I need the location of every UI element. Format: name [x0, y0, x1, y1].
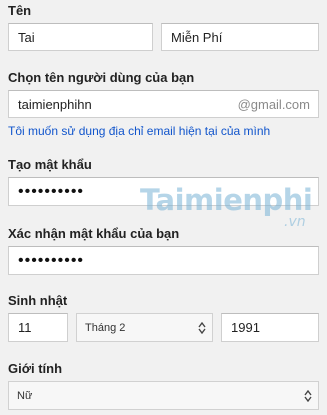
watermark-logo: Taimienphi — [140, 183, 313, 217]
birth-month-select[interactable]: Tháng 2 — [76, 313, 213, 342]
gender-value: Nữ — [17, 389, 33, 402]
watermark-suffix: .vn — [284, 214, 306, 230]
birth-day-input[interactable]: 11 — [8, 313, 68, 342]
first-name-value: Tai — [18, 29, 35, 45]
username-label: Chọn tên người dùng của bạn — [8, 70, 195, 85]
birth-day-value: 11 — [18, 320, 32, 335]
confirm-password-input[interactable]: •••••••••• — [8, 246, 319, 275]
gender-select[interactable]: Nữ — [8, 381, 319, 410]
username-value: taimienphihn — [18, 96, 92, 112]
last-name-value: Miễn Phí — [171, 29, 223, 45]
select-arrows-icon — [304, 389, 312, 402]
name-label: Tên — [8, 3, 32, 18]
first-name-input[interactable]: Tai — [8, 23, 153, 51]
birth-year-value: 1991 — [231, 320, 260, 335]
confirm-password-mask: •••••••••• — [18, 251, 85, 269]
confirm-password-label: Xác nhận mật khẩu của bạn — [8, 226, 180, 241]
select-arrows-icon — [198, 321, 206, 334]
password-label: Tạo mật khẩu — [8, 157, 92, 172]
birthday-label: Sinh nhật — [8, 293, 68, 308]
username-input[interactable]: taimienphihn @gmail.com — [8, 90, 319, 118]
gender-label: Giới tính — [8, 361, 63, 376]
use-current-email-link[interactable]: Tôi muốn sử dụng địa chỉ email hiện tại … — [8, 124, 270, 138]
birth-year-input[interactable]: 1991 — [221, 313, 319, 342]
birth-month-value: Tháng 2 — [85, 321, 126, 334]
password-mask: •••••••••• — [18, 182, 85, 200]
gmail-suffix: @gmail.com — [237, 96, 310, 112]
last-name-input[interactable]: Miễn Phí — [161, 23, 319, 51]
